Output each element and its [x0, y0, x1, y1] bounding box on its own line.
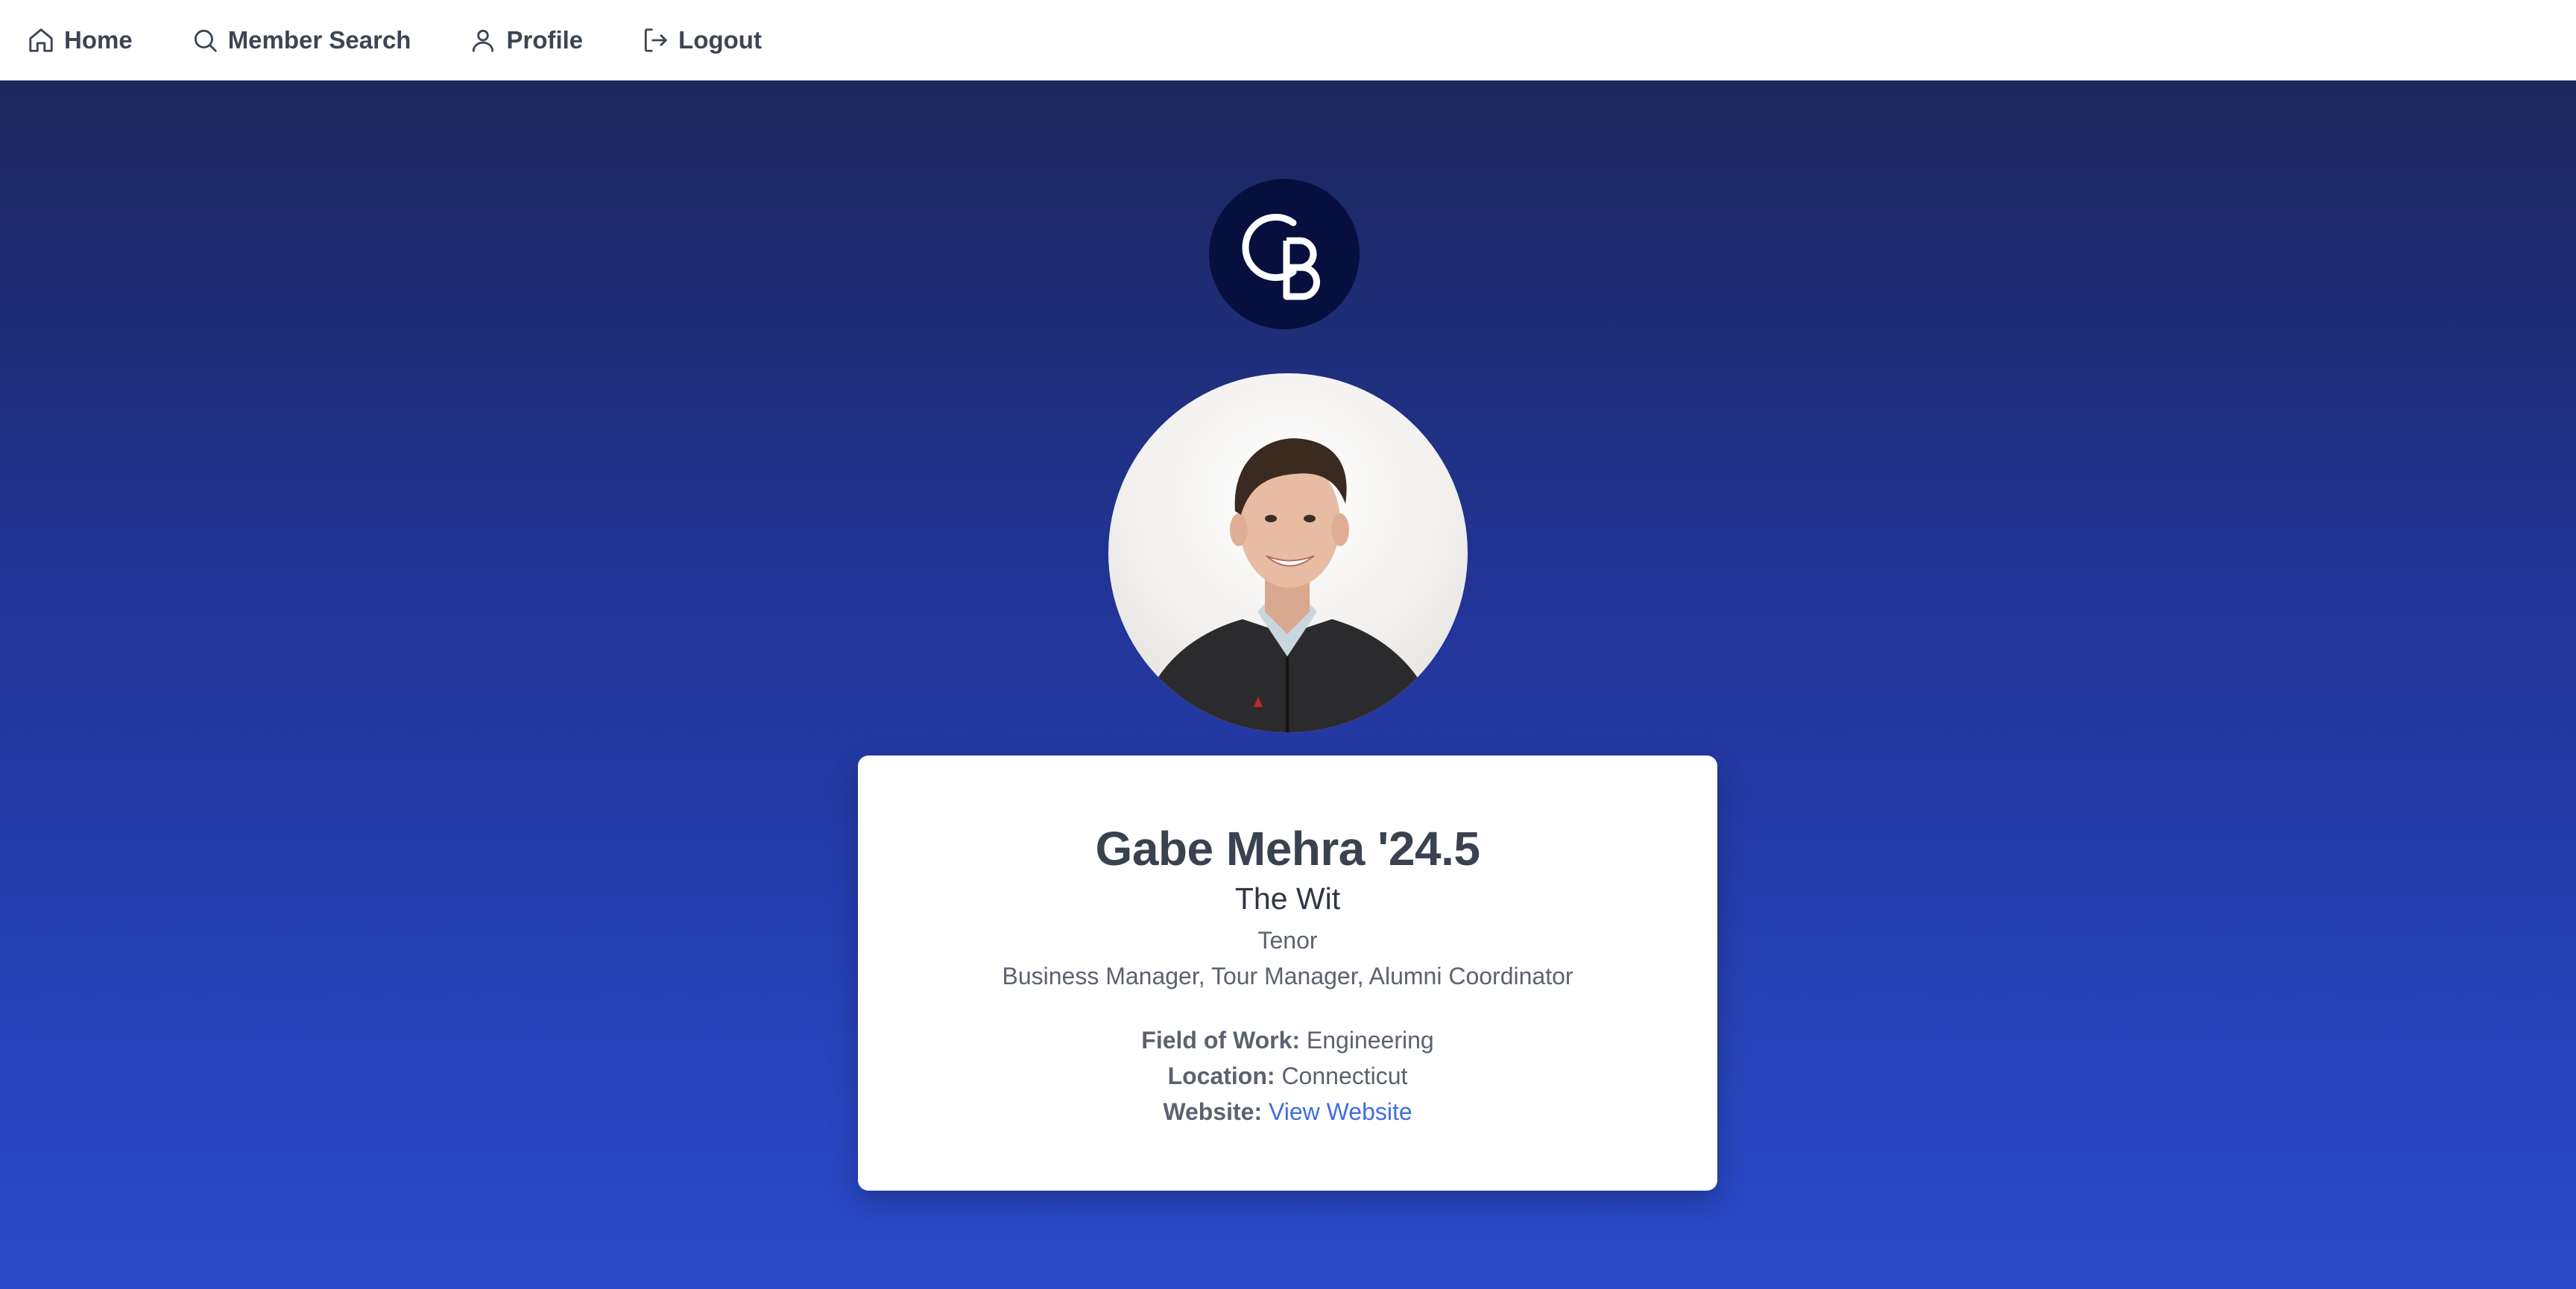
user-icon — [473, 29, 494, 52]
field-of-work-value: Engineering — [1306, 1027, 1434, 1054]
member-voice-part: Tenor — [1257, 927, 1318, 954]
member-details: Field of Work: Engineering Location: Con… — [858, 1022, 1717, 1130]
person-portrait-image — [1138, 438, 1440, 732]
nav-logout-label: Logout — [678, 26, 762, 54]
nav-member-search-label: Member Search — [227, 26, 411, 54]
cb-monogram-logo — [1242, 214, 1320, 300]
location-value: Connecticut — [1281, 1062, 1408, 1089]
field-of-work-row: Field of Work: Engineering — [858, 1022, 1717, 1058]
home-icon — [29, 28, 53, 52]
nav-home-label: Home — [64, 26, 133, 54]
nav-member-search[interactable]: Member Search — [191, 26, 411, 54]
nav-profile-label: Profile — [506, 26, 584, 54]
top-navbar: Home Member Search Profile Logout — [0, 0, 2576, 80]
field-of-work-label: Field of Work: — [1141, 1027, 1301, 1054]
website-label: Website: — [1163, 1098, 1263, 1125]
nav-home[interactable]: Home — [27, 26, 133, 54]
nav-profile[interactable]: Profile — [469, 26, 583, 54]
website-row: Website: View Website — [858, 1094, 1717, 1130]
member-roles: Business Manager, Tour Manager, Alumni C… — [1002, 963, 1573, 989]
logout-icon — [645, 28, 667, 52]
member-group: The Wit — [1234, 881, 1341, 916]
search-icon — [194, 29, 217, 52]
location-row: Location: Connecticut — [858, 1058, 1717, 1094]
nav-logout[interactable]: Logout — [641, 26, 762, 54]
profile-photo — [1108, 373, 1468, 732]
location-label: Location: — [1167, 1062, 1275, 1089]
member-name: Gabe Mehra '24.5 — [1095, 822, 1480, 875]
view-website-link[interactable]: View Website — [1269, 1098, 1412, 1125]
org-logo — [1209, 179, 1360, 329]
profile-card: Gabe Mehra '24.5 The Wit Tenor Business … — [858, 756, 1717, 1191]
